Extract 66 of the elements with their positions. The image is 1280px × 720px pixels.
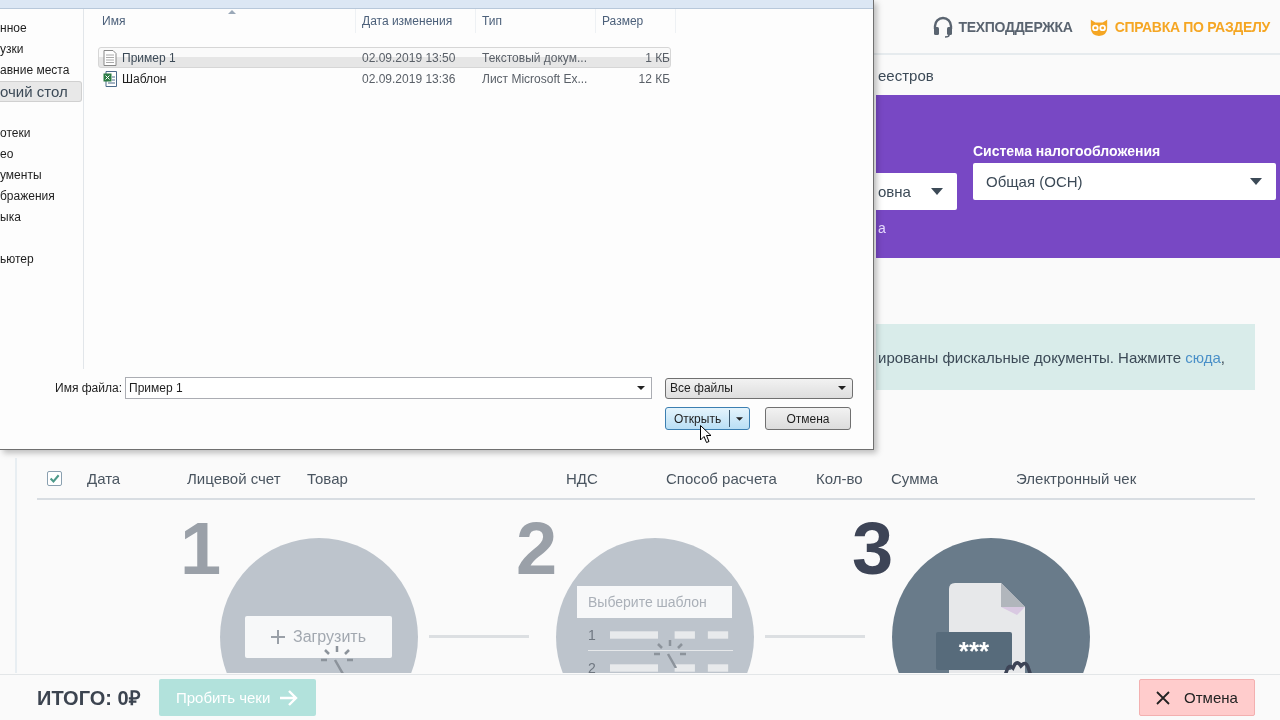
column-header: Кол-во [816, 469, 864, 487]
link[interactable]: а [876, 220, 957, 236]
file-row[interactable]: Шаблон 02.09.2019 13:36 Лист Microsoft Ex... 12 КБ [98, 68, 671, 89]
column-header[interactable]: Тип [476, 9, 596, 33]
file-name: Пример 1 [122, 50, 176, 65]
file-size: 1 КБ [644, 50, 670, 65]
nav-item[interactable]: нное [0, 18, 82, 39]
file-size: 12 КБ [637, 71, 670, 86]
tax-select[interactable]: Общая (ОСН) [973, 163, 1276, 200]
step-number: 3 [852, 512, 890, 586]
file-type-select[interactable]: Все файлы [665, 377, 853, 399]
file-type: Лист Microsoft Ex... [481, 71, 589, 86]
select-field[interactable]: овна [876, 173, 957, 210]
caret-icon [931, 188, 943, 195]
row-number: 2 [588, 660, 596, 673]
total-amount: ИТОГО: 0₽ [37, 686, 141, 711]
cancel-button[interactable]: Отмена [765, 407, 851, 430]
step-number: 2 [516, 512, 554, 586]
column-header: Способ расчета [666, 469, 778, 487]
caret-icon [1250, 178, 1262, 185]
nav-item[interactable]: ео [0, 144, 82, 165]
text-file-icon [103, 49, 117, 66]
dropdown-icon [637, 386, 645, 390]
file-type: Текстовый докум... [481, 50, 588, 65]
field-label: Система налогообложения [973, 143, 1162, 161]
headset-icon [932, 15, 953, 38]
nav-item[interactable]: ыка [0, 207, 82, 228]
select-all-checkbox[interactable] [47, 470, 62, 486]
cancel-button[interactable]: Отмена [1139, 679, 1255, 716]
column-header: Сумма [891, 469, 940, 487]
support-link[interactable]: ТЕХПОДДЕРЖКА [958, 18, 1073, 35]
column-header[interactable]: Дата изменения [356, 9, 476, 33]
password-card: *** [936, 632, 1012, 670]
file-row[interactable]: Пример 1 02.09.2019 13:50 Текстовый докум... 1 КБ [98, 47, 671, 68]
nav-item[interactable]: ументы [0, 165, 82, 186]
column-header: Электронный чек [1016, 469, 1138, 487]
column-header: Дата [87, 469, 122, 487]
field-label: Имя файла: [55, 381, 121, 395]
column-header[interactable]: Размер [596, 9, 676, 33]
plus-icon [270, 630, 285, 644]
open-button[interactable]: Открыть [665, 407, 750, 430]
file-date: 02.09.2019 13:50 [361, 50, 457, 65]
nav-item[interactable]: узки [0, 39, 82, 60]
column-header: Товар [307, 469, 349, 487]
file-name-field[interactable]: Пример 1 [125, 377, 652, 399]
nav-item[interactable]: авние места [0, 60, 82, 81]
step-number: 1 [180, 512, 218, 586]
close-icon [1156, 690, 1171, 705]
template-field: Выберите шаблон [577, 586, 732, 618]
column-header[interactable]: Имя [101, 9, 356, 33]
dropdown-icon [736, 416, 743, 421]
row-number: 1 [588, 627, 596, 643]
notice-text: ированы фискальные документы. Нажмите сюда, [878, 348, 1225, 366]
spreadsheet-file-icon [103, 70, 117, 87]
file-date: 02.09.2019 13:36 [361, 71, 457, 86]
file-name: Шаблон [122, 71, 167, 86]
nav-item[interactable]: очий стол [0, 81, 82, 102]
dropdown-icon [838, 386, 846, 390]
column-header: НДС [566, 469, 599, 487]
nav-item[interactable]: ьютер [0, 249, 82, 270]
nav-item[interactable]: отеки [0, 123, 82, 144]
tab[interactable]: еестров [878, 66, 934, 84]
column-header: Лицевой счет [187, 469, 282, 487]
nav-item[interactable]: бражения [0, 186, 82, 207]
arrow-icon [280, 689, 299, 706]
mouse-cursor-icon [700, 425, 712, 444]
